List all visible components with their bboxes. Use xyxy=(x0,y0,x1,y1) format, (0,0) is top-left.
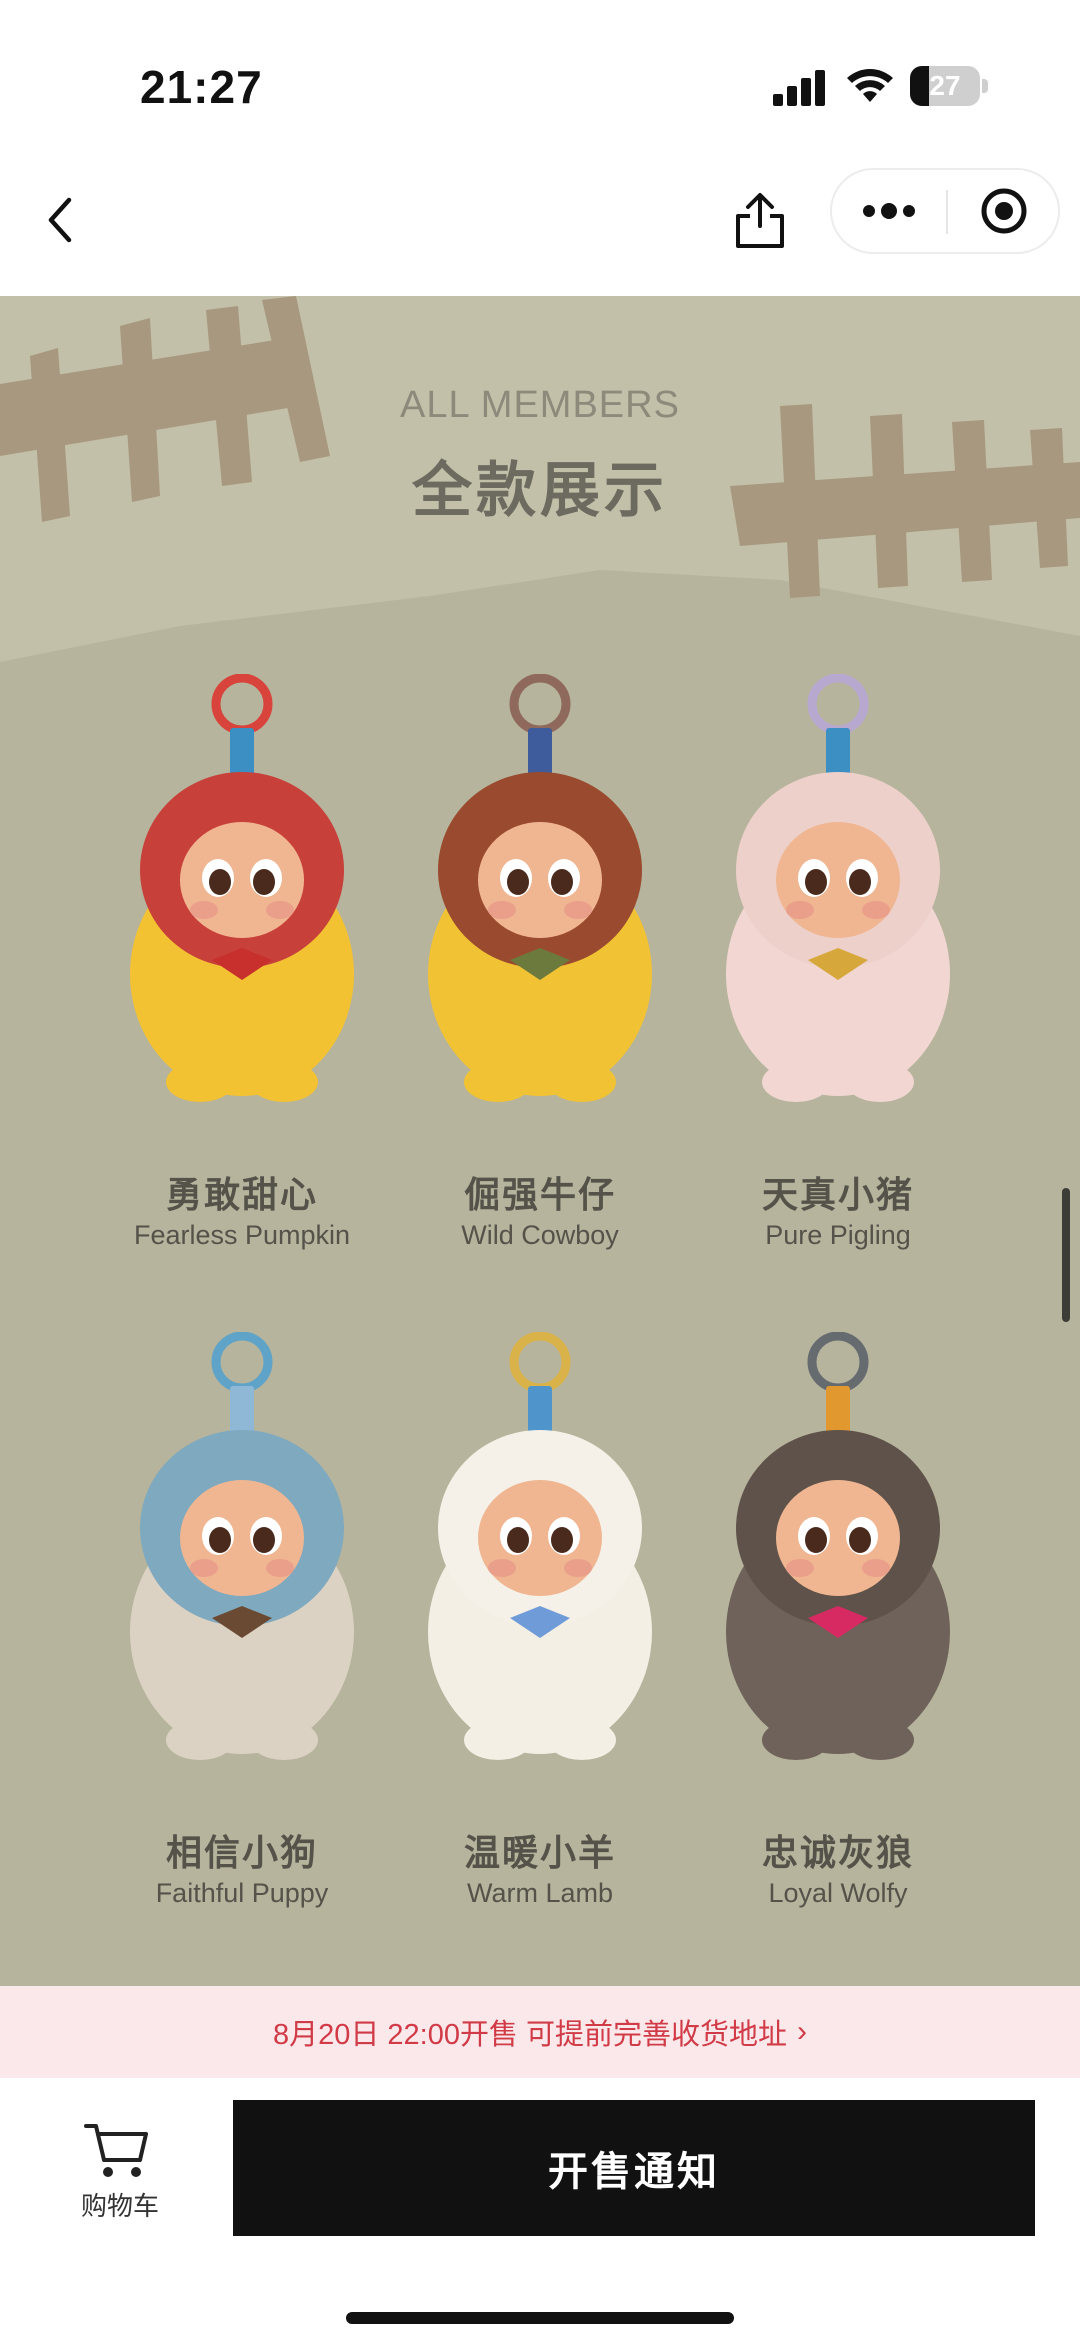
mini-program-capsule xyxy=(830,168,1060,254)
cart-button[interactable]: 购物车 xyxy=(60,2122,180,2232)
member-name-cn: 忠诚灰狼 xyxy=(761,1832,914,1873)
sale-notice-text: 8月20日 22:00开售 可提前完善收货地址 xyxy=(272,2019,788,2051)
bottom-action-bar: 购物车 开售通知 xyxy=(0,2078,1080,2348)
status-time: 21:27 xyxy=(140,61,263,113)
plush-pendant-figure xyxy=(130,1332,354,1760)
section-title-en: ALL MEMBERS xyxy=(400,384,680,426)
member-name-en: Fearless Pumpkin xyxy=(133,1220,351,1250)
member-name-cn: 勇敢甜心 xyxy=(165,1174,318,1215)
member-name-en: Wild Cowboy xyxy=(461,1220,619,1250)
battery-icon: 27 xyxy=(910,66,988,106)
section-title-cn: 全款展示 xyxy=(412,457,668,524)
more-dots-icon xyxy=(863,203,915,219)
back-button[interactable] xyxy=(30,180,90,260)
sale-notify-button[interactable]: 开售通知 xyxy=(233,2100,1035,2236)
more-button[interactable] xyxy=(832,170,946,252)
member-name-en: Warm Lamb xyxy=(466,1878,614,1908)
member-name-cn: 天真小猪 xyxy=(761,1174,914,1215)
member-name-en: Loyal Wolfy xyxy=(768,1878,908,1908)
cart-icon xyxy=(84,2124,148,2177)
chevron-left-icon xyxy=(48,197,72,243)
member-name-cn: 倔强牛仔 xyxy=(463,1174,616,1215)
plush-pendant-figure xyxy=(428,674,652,1102)
cart-label: 购物车 xyxy=(80,2191,159,2221)
member-name-cn: 相信小狗 xyxy=(165,1832,318,1873)
share-button[interactable] xyxy=(724,180,796,260)
home-indicator xyxy=(346,2312,734,2324)
status-bar: 21:27 27 xyxy=(0,0,1080,150)
sale-notice-bar[interactable]: 8月20日 22:00开售 可提前完善收货地址 › xyxy=(0,1986,1080,2078)
members-showcase: ALL MEMBERS 全款展示 勇敢甜心 Fearless Pumpkin 倔强牛… xyxy=(0,296,1080,1986)
battery-percent: 27 xyxy=(929,70,961,101)
member-name-cn: 温暖小羊 xyxy=(463,1832,616,1873)
share-icon xyxy=(736,193,784,248)
close-button[interactable] xyxy=(948,170,1060,252)
plush-pendant-figure xyxy=(726,674,950,1102)
plush-pendant-figure xyxy=(130,674,354,1102)
wifi-icon xyxy=(847,69,893,102)
plush-pendant-figure xyxy=(428,1332,652,1760)
nav-bar xyxy=(0,150,1080,296)
plush-pendant-figure xyxy=(726,1332,950,1760)
chevron-right-icon: › xyxy=(797,2015,808,2048)
target-circle-icon xyxy=(981,188,1027,234)
member-name-en: Pure Pigling xyxy=(765,1220,911,1250)
signal-icon xyxy=(773,70,825,106)
scrollbar-thumb[interactable] xyxy=(1062,1188,1070,1322)
member-name-en: Faithful Puppy xyxy=(155,1878,329,1908)
